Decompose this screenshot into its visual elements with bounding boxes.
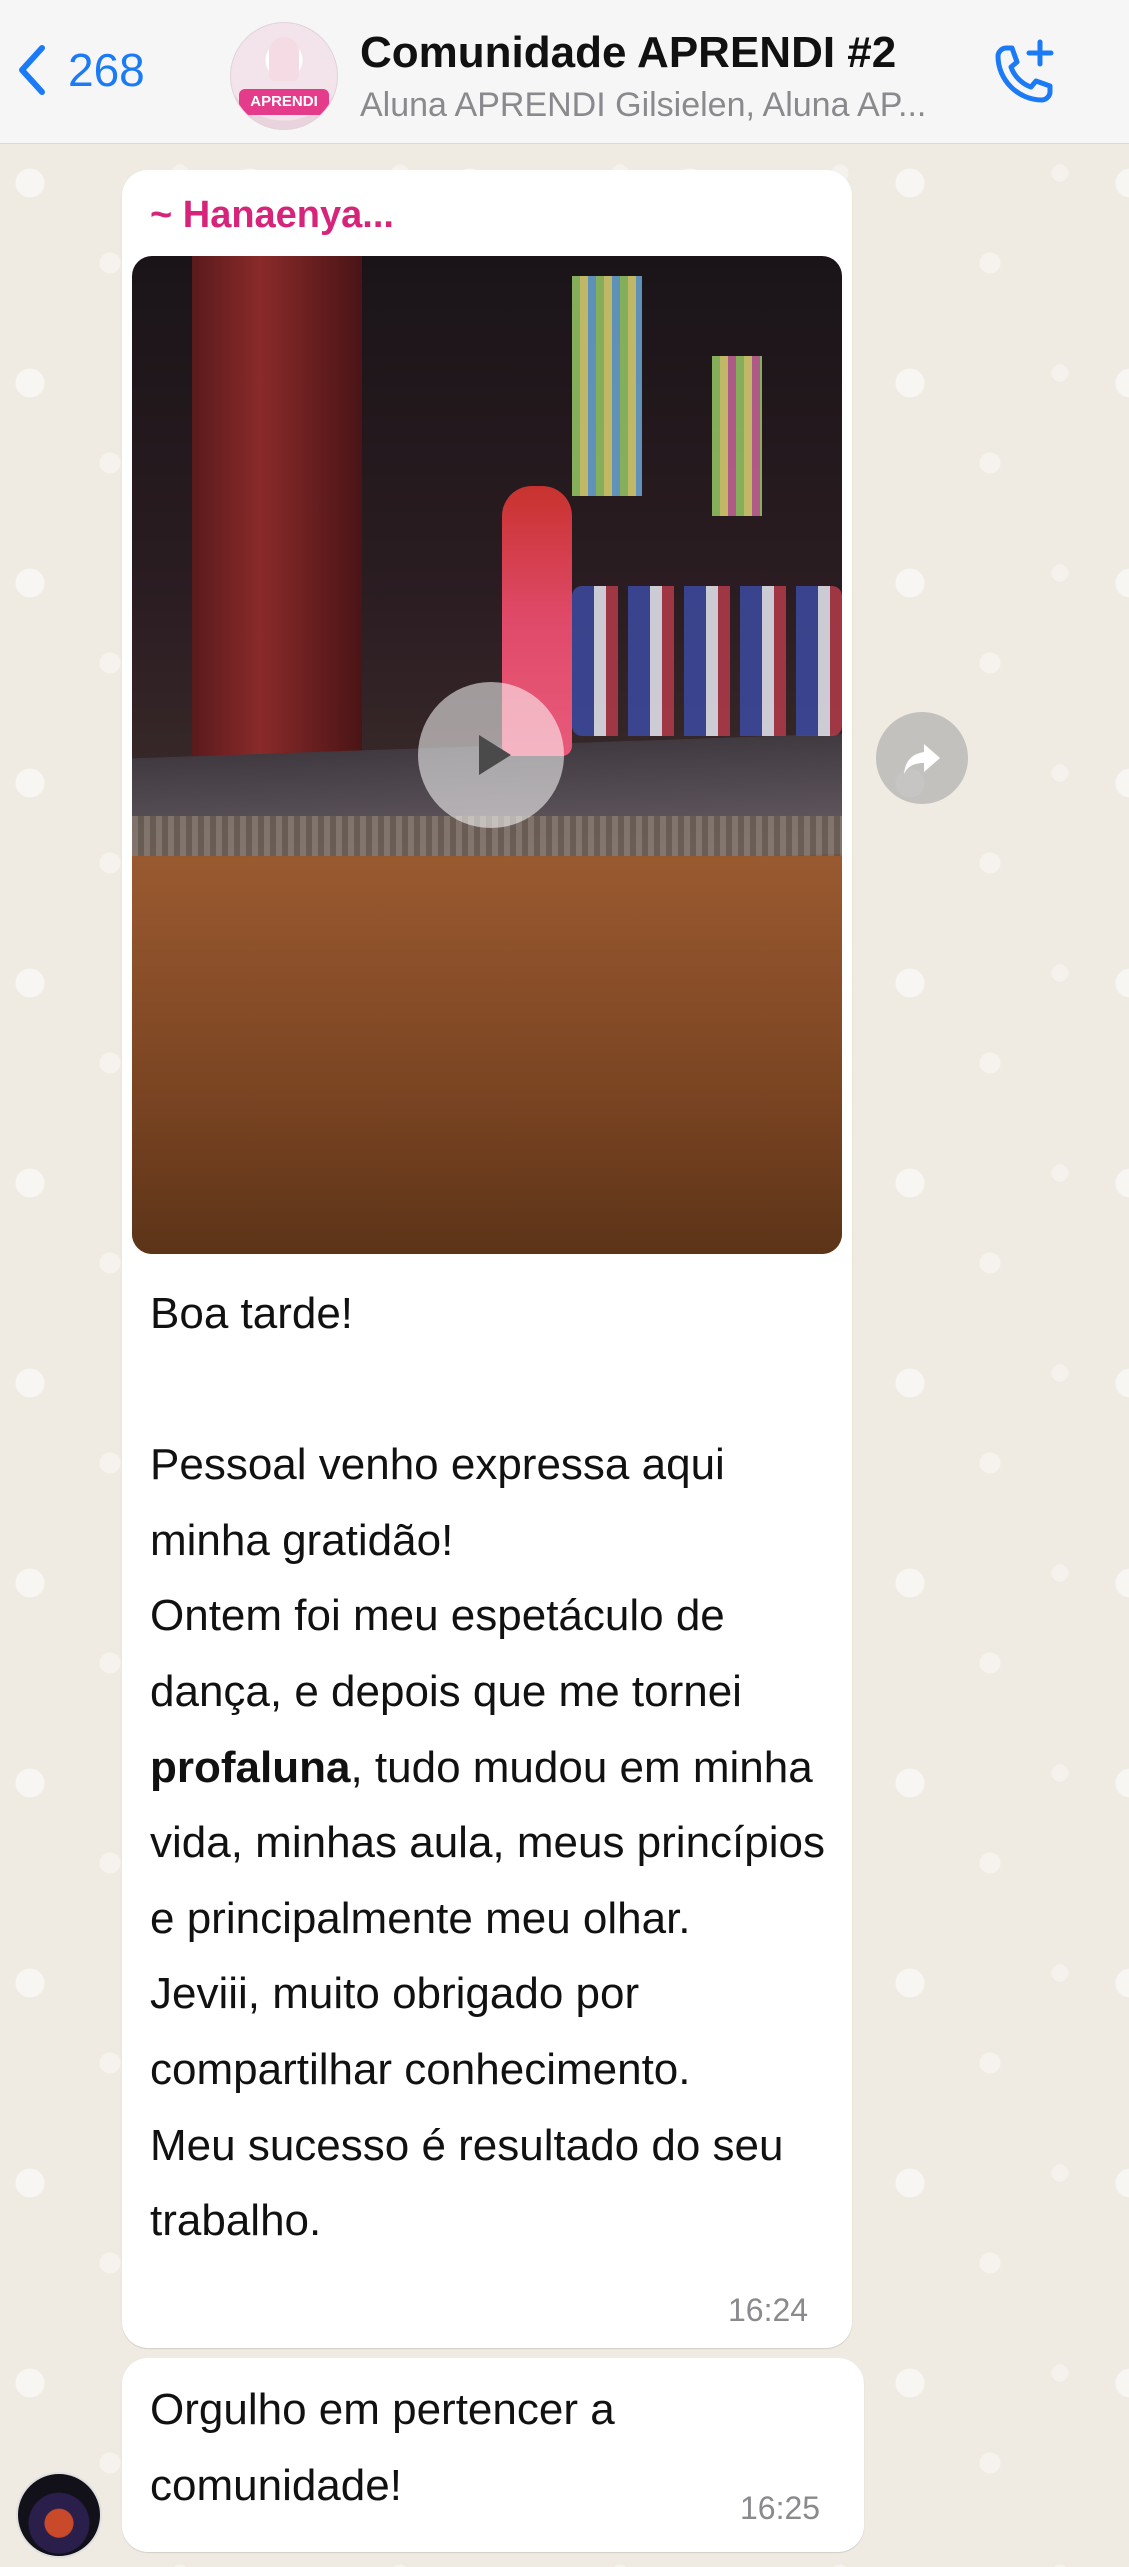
message-bubble[interactable]: ~ Hanaenya... Boa tarde! Pessoal venho e…	[122, 170, 852, 2348]
video-thumbnail[interactable]	[132, 256, 842, 1254]
play-icon	[479, 735, 511, 775]
sender-avatar[interactable]	[16, 2472, 102, 2558]
unread-count: 268	[68, 44, 145, 96]
chat-participants[interactable]: Aluna APRENDI Gilsielen, Aluna AP...	[360, 86, 960, 125]
message-text: Orgulho em pertencer a comunidade!	[150, 2385, 615, 2510]
dancers	[572, 586, 842, 736]
message-text: Boa tarde! Pessoal venho expressa aqui m…	[150, 1276, 830, 2259]
message-time: 16:24	[728, 2292, 809, 2328]
phone-plus-icon[interactable]	[984, 34, 1064, 114]
group-avatar[interactable]: APRENDI	[230, 22, 338, 130]
play-button[interactable]	[418, 682, 564, 828]
stage-curtain	[192, 256, 362, 756]
message-line: Boa tarde!	[150, 1289, 354, 1338]
chat-title[interactable]: Comunidade APRENDI #2	[360, 28, 896, 78]
message-line: Pessoal venho expressa aqui minha gratid…	[150, 1440, 725, 1565]
forward-icon	[904, 744, 940, 774]
avatar-logo: APRENDI	[239, 89, 329, 115]
forward-button[interactable]	[876, 712, 968, 804]
stage-decoration	[712, 356, 762, 516]
back-button[interactable]: 268	[14, 40, 145, 100]
stage-decoration	[572, 276, 642, 496]
message-line: Jeviii, muito obrigado por compartilhar …	[150, 1969, 691, 2094]
stage-front	[132, 856, 842, 1254]
sender-name[interactable]: ~ Hanaenya...	[150, 194, 394, 237]
avatar-dancer-figure	[269, 37, 299, 81]
message-line: Meu sucesso é resultado do seu trabalho.	[150, 2120, 784, 2246]
chevron-left-icon	[19, 45, 45, 95]
message-bubble[interactable]: Orgulho em pertencer a comunidade! 16:25	[122, 2358, 864, 2552]
bold-word: profaluna	[150, 1742, 351, 1792]
chat-header: 268 APRENDI Comunidade APRENDI #2 Aluna …	[0, 0, 1129, 144]
message-line-text: Ontem foi meu espetáculo de dança, e dep…	[150, 1591, 742, 1716]
message-time: 16:25	[740, 2490, 821, 2526]
message-line: Ontem foi meu espetáculo de dança, e dep…	[150, 1578, 830, 1956]
